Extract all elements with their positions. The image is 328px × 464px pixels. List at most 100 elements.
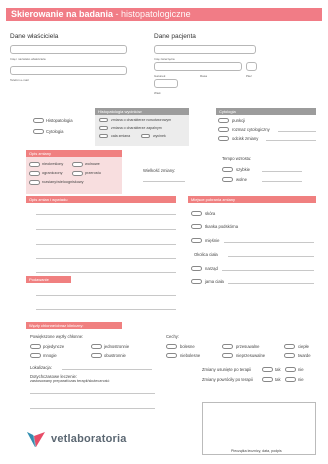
cyto-imprint-checkbox[interactable] — [218, 136, 229, 141]
patient-species-label: Gatunek — [154, 74, 166, 78]
feature-painless-checkbox[interactable] — [166, 353, 177, 358]
change-undefined-label: nieokreślony — [42, 162, 64, 166]
feature-movable-checkbox[interactable] — [222, 344, 233, 349]
treatment-header: Podawanie — [26, 276, 71, 283]
change-size-line — [143, 181, 185, 182]
cyto-imprint-label: odcisk zmiany — [232, 136, 259, 141]
change-undefined-checkbox[interactable] — [29, 162, 40, 167]
histo-section-label: wycinek — [153, 134, 166, 138]
growth-slow-label: wolne — [236, 177, 247, 182]
body-region-line — [228, 256, 314, 257]
removed-no-checkbox[interactable] — [285, 367, 296, 372]
growth-slow-checkbox[interactable] — [222, 177, 233, 182]
change-diffuse-checkbox[interactable] — [29, 180, 40, 185]
feature-hard-label: twarde — [298, 353, 311, 358]
location-cavity-line — [228, 283, 314, 284]
previous-therapy-line-2 — [30, 408, 155, 409]
location-cavity-label: jama ciała — [205, 279, 224, 284]
location-header: Miejsce pobrania zmiany — [188, 196, 316, 203]
location-organ-checkbox[interactable] — [191, 266, 202, 271]
location-cavity-checkbox[interactable] — [191, 279, 202, 284]
histo-whole-checkbox[interactable] — [99, 134, 108, 138]
histopathology-checkbox[interactable] — [33, 118, 44, 123]
owner-name-field[interactable] — [10, 45, 127, 54]
histo-header: Histopatologia wycinków — [95, 108, 189, 115]
title-banner: Skierowanie na badania - histopatologicz… — [6, 8, 322, 21]
history-line-2 — [36, 229, 176, 230]
recurred-yes-label: tak — [275, 377, 281, 382]
feature-painless-label: niebolesne — [180, 353, 201, 358]
signature-caption: Pieczątka lecznicy, data, podpis — [231, 449, 282, 453]
change-desc-header: Opis zmiany — [26, 150, 122, 157]
history-line-1 — [36, 214, 176, 215]
change-limited-label: ograniczony — [42, 171, 63, 175]
lymph-single-checkbox[interactable] — [30, 344, 41, 349]
location-skin-checkbox[interactable] — [191, 211, 202, 216]
history-line-4 — [36, 258, 176, 259]
lymph-single-label: pojedyncze — [43, 344, 65, 349]
body-region-label: Okolica ciała — [194, 252, 218, 257]
growth-fast-checkbox[interactable] — [222, 167, 233, 172]
cytology-checkbox[interactable] — [33, 129, 44, 134]
change-overgrowth-checkbox[interactable] — [72, 171, 83, 176]
location-subcutis-checkbox[interactable] — [191, 224, 202, 229]
lymph-multiple-checkbox[interactable] — [30, 353, 41, 358]
change-slow-label: wolnowe — [85, 162, 100, 166]
patient-sex-field[interactable] — [246, 62, 257, 71]
cyto-aspiration-label: punkcji — [232, 118, 246, 123]
feature-hard-checkbox[interactable] — [284, 353, 295, 358]
owner-contact-field[interactable] — [10, 66, 127, 75]
location-muscle-checkbox[interactable] — [191, 238, 202, 243]
lymph-bilateral-checkbox[interactable] — [91, 353, 102, 358]
cyto-aspiration-checkbox[interactable] — [218, 118, 229, 123]
cyto-header: Cytologia — [216, 108, 316, 115]
histo-inflammatory-checkbox[interactable] — [99, 126, 108, 130]
change-slow-checkbox[interactable] — [72, 162, 83, 167]
feature-immovable-label: nieprzesuwalne — [236, 353, 266, 358]
treatment-line-2 — [36, 309, 176, 310]
patient-name-field[interactable] — [154, 45, 256, 54]
lymph-unilateral-checkbox[interactable] — [91, 344, 102, 349]
location-subcutis-label: tkanka podskórna — [205, 224, 239, 229]
signature-box[interactable] — [202, 402, 316, 455]
change-diffuse-label: rozsiany/wieloogniskowy — [42, 180, 84, 184]
patient-breed-label: Rasa — [200, 74, 208, 78]
location-organ-line — [222, 270, 314, 271]
histopathology-label: Histopatologia — [46, 118, 73, 123]
feature-warm-checkbox[interactable] — [284, 344, 295, 349]
lymph-enlarged-label: Powiększone węzły chłonne: — [30, 334, 84, 339]
lymph-features-label: Cechy: — [166, 334, 180, 339]
brand-name: vetlaboratoria — [51, 433, 127, 445]
recurred-yes-checkbox[interactable] — [262, 377, 273, 382]
location-organ-label: narząd — [205, 266, 218, 271]
patient-sex-label: Płeć — [246, 74, 252, 78]
location-muscle-line — [224, 242, 314, 243]
patient-species-field[interactable] — [154, 62, 242, 71]
location-muscle-label: mięśnie — [205, 238, 220, 243]
previous-therapy-sublabel: zastosowany preparat/czas terapii/skutec… — [30, 379, 110, 383]
recurred-no-checkbox[interactable] — [285, 377, 296, 382]
histo-neoplastic-label: zmiana o charakterze nowotworowym — [111, 118, 172, 122]
localization-line — [62, 369, 152, 370]
previous-therapy-line-1 — [30, 393, 155, 394]
removed-no-label: nie — [298, 367, 304, 372]
cytology-label: Cytologia — [46, 129, 64, 134]
growth-fast-line — [262, 171, 302, 172]
histo-neoplastic-checkbox[interactable] — [99, 118, 108, 122]
removed-yes-checkbox[interactable] — [262, 367, 273, 372]
patient-name-label: Imię zwierzęcia — [154, 57, 175, 61]
change-size-label: Wielkość zmiany: — [143, 168, 176, 173]
growth-slow-line — [262, 181, 302, 182]
feature-movable-label: przesuwalne — [236, 344, 260, 349]
feature-painful-checkbox[interactable] — [166, 344, 177, 349]
growth-fast-label: szybkie — [236, 167, 250, 172]
histo-section-checkbox[interactable] — [141, 134, 150, 138]
change-limited-checkbox[interactable] — [29, 171, 40, 176]
cyto-smear-checkbox[interactable] — [218, 127, 229, 132]
lymph-header: Węzły chłonne/obraz kliniczny: — [26, 322, 122, 329]
feature-immovable-checkbox[interactable] — [222, 353, 233, 358]
patient-age-label: Wiek — [154, 91, 161, 95]
patient-age-field[interactable] — [154, 79, 178, 88]
cyto-smear-label: rozmaz cytologiczny — [232, 127, 270, 132]
owner-contact-label: Telefon e-mail — [10, 78, 29, 82]
